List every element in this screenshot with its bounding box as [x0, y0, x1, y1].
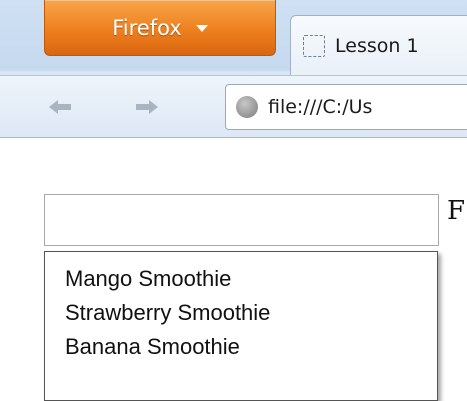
suggestion-mango-smoothie[interactable]: Mango Smoothie [45, 262, 437, 296]
browser-chrome: Firefox Lesson 1 file:///C:/Us [0, 0, 467, 138]
tab-title: Lesson 1 [335, 34, 419, 57]
autocomplete-input[interactable] [44, 194, 439, 246]
navigation-toolbar: file:///C:/Us [0, 75, 467, 137]
firefox-menu-label: Firefox [112, 15, 182, 40]
suggestion-banana-smoothie[interactable]: Banana Smoothie [45, 330, 437, 364]
suggestion-strawberry-smoothie[interactable]: Strawberry Smoothie [45, 296, 437, 330]
dropdown-caret-icon [195, 25, 208, 32]
tab-lesson[interactable]: Lesson 1 [290, 15, 467, 75]
address-text: file:///C:/Us [268, 96, 373, 118]
trailing-text: F [447, 196, 466, 226]
page-content: F Mango Smoothie Strawberry Smoothie Ban… [0, 138, 467, 401]
autocomplete-dropdown: Mango Smoothie Strawberry Smoothie Banan… [44, 251, 438, 401]
firefox-menu-button[interactable]: Firefox [44, 0, 276, 56]
forward-arrow-icon[interactable] [135, 99, 159, 115]
address-bar[interactable]: file:///C:/Us [225, 84, 467, 130]
blank-page-icon [303, 34, 325, 57]
back-arrow-icon[interactable] [48, 99, 72, 115]
globe-icon [236, 96, 258, 118]
